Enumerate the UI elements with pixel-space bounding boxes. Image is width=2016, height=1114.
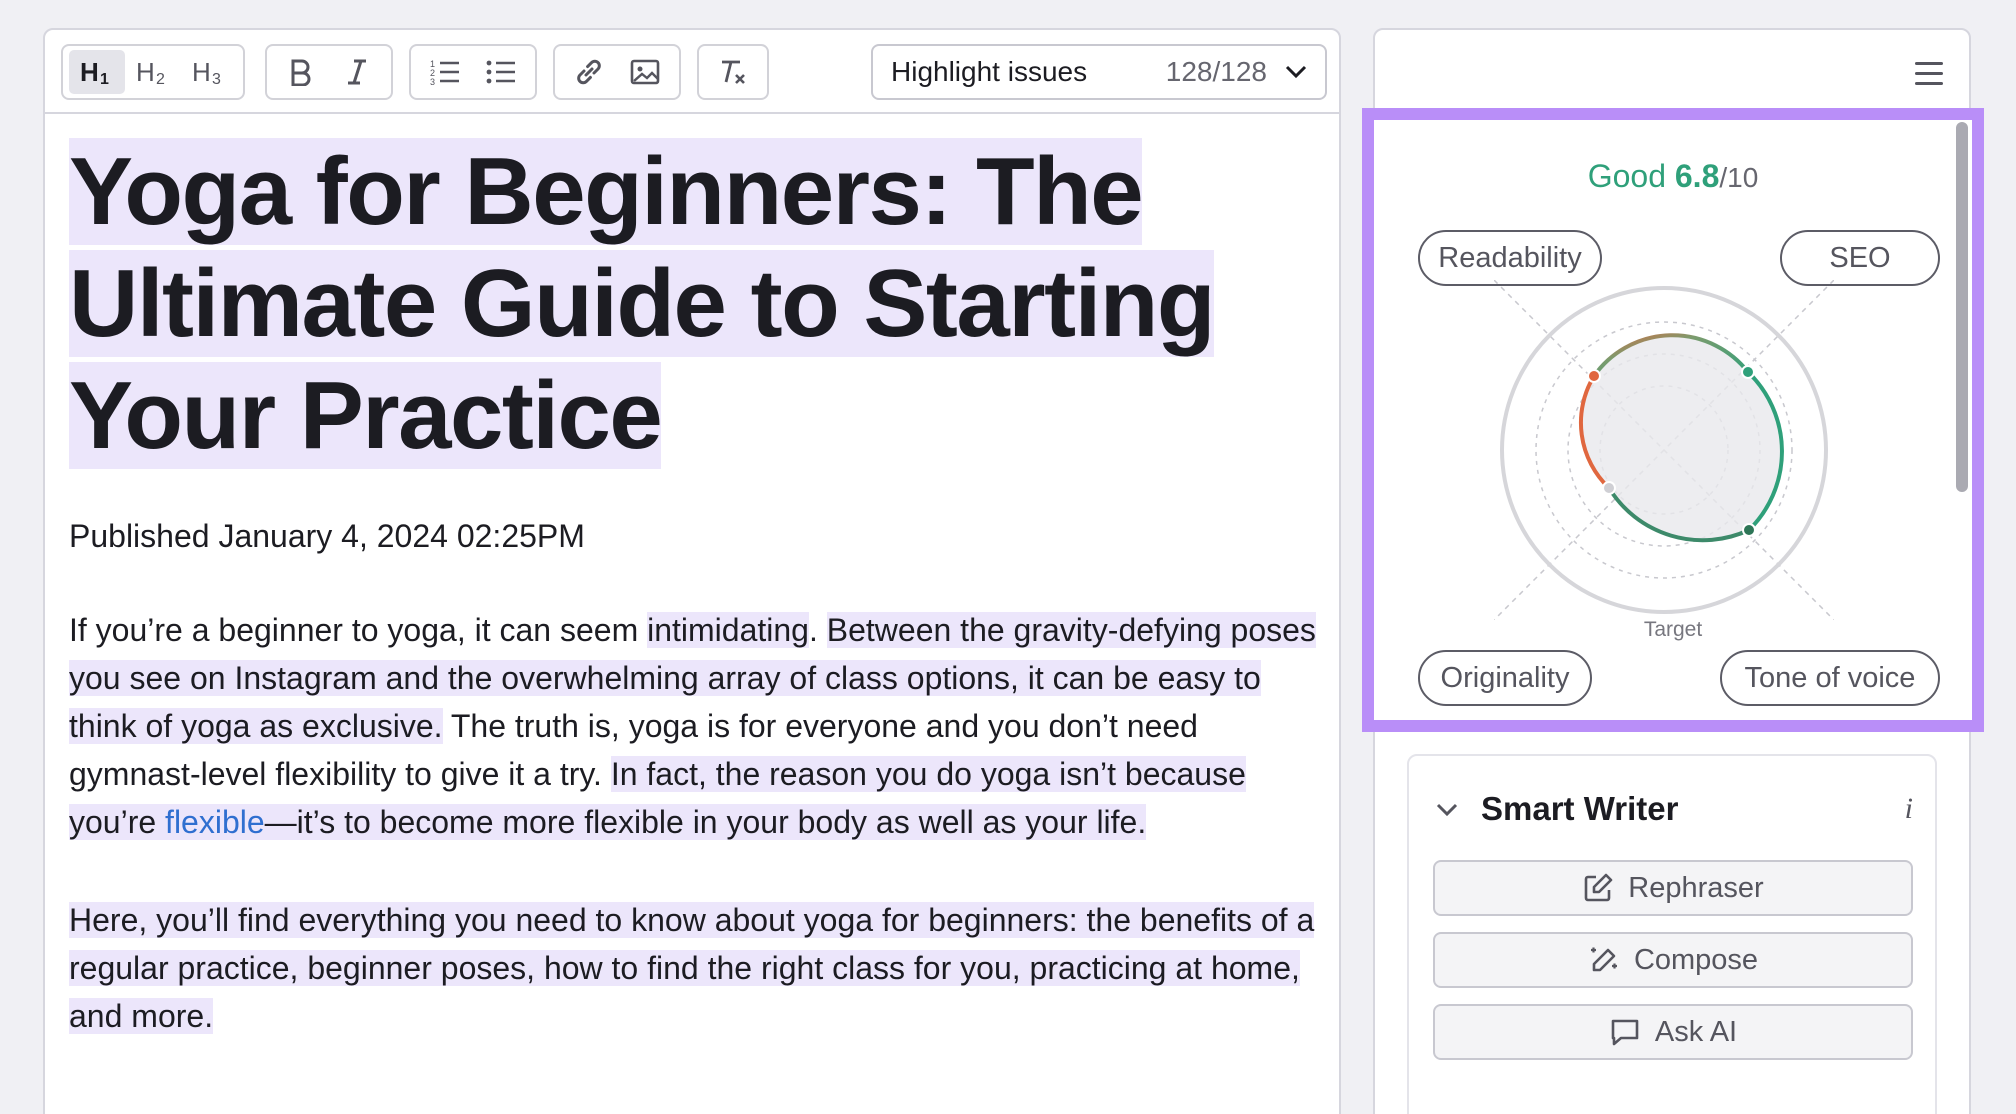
paragraph-1: If you’re a beginner to yoga, it can see…: [69, 606, 1319, 846]
p1-text: .: [808, 612, 827, 648]
score-value: 6.8: [1674, 158, 1720, 194]
title-line-1: Yoga for Beginners: The: [69, 138, 1144, 245]
smart-writer-header[interactable]: Smart Writer i: [1433, 784, 1913, 834]
p1-text: If you’re a beginner to yoga, it can see…: [69, 612, 648, 648]
p1-text: —it’s to become more flexible in your bo…: [264, 804, 1147, 840]
overall-score: Good 6.8/10: [1374, 158, 1972, 195]
flexible-link[interactable]: flexible: [165, 804, 265, 840]
svg-text:3: 3: [430, 77, 435, 86]
ordered-list-icon[interactable]: 123: [417, 50, 473, 94]
bold-icon[interactable]: [273, 50, 329, 94]
target-label: Target: [1643, 618, 1703, 641]
compose-button[interactable]: Compose: [1433, 932, 1913, 988]
ask-ai-button[interactable]: Ask AI: [1433, 1004, 1913, 1060]
content-score-widget: Good 6.8/10 Readability SEO Originality …: [1362, 108, 1984, 732]
formatting-toolbar: H1 H2 H3 123 Highlight issues 128/128: [45, 30, 1339, 114]
article-body[interactable]: Yoga for Beginners: The Ultimate Guide t…: [69, 136, 1319, 1040]
highlighted-sentence[interactable]: Here, you’ll find everything you need to…: [69, 902, 1315, 1034]
seo-pill[interactable]: SEO: [1780, 230, 1940, 286]
image-icon[interactable]: [617, 50, 673, 94]
style-group: [265, 44, 393, 100]
clear-format-icon[interactable]: [705, 50, 761, 94]
chat-bubble-icon: [1611, 1019, 1639, 1046]
highlight-issues-select[interactable]: Highlight issues 128/128: [871, 44, 1327, 100]
svg-text:H: H: [136, 58, 155, 86]
article-title: Yoga for Beginners: The Ultimate Guide t…: [69, 136, 1319, 472]
chevron-down-icon: [1285, 65, 1307, 79]
published-date: Published January 4, 2024 02:25PM: [69, 518, 585, 554]
svg-text:3: 3: [212, 71, 221, 86]
hamburger-menu-icon[interactable]: [1913, 60, 1945, 88]
paragraph-2: Here, you’ll find everything you need to…: [69, 896, 1319, 1040]
smart-writer-card: Smart Writer i Rephraser Compose Ask AI: [1407, 754, 1937, 1114]
clear-group: [697, 44, 769, 100]
highlight-issues-count: 128/128: [1165, 56, 1267, 87]
ask-ai-label: Ask AI: [1654, 1015, 1738, 1048]
rephraser-button[interactable]: Rephraser: [1433, 860, 1913, 916]
list-group: 123: [409, 44, 537, 100]
panel-scrollbar[interactable]: [1956, 122, 1968, 492]
h1-button[interactable]: H1: [69, 50, 125, 94]
highlighted-word[interactable]: intimidating: [647, 612, 809, 648]
rephraser-label: Rephraser: [1628, 871, 1764, 904]
edit-icon: [1584, 873, 1613, 902]
chevron-down-icon: [1436, 803, 1458, 817]
h3-button[interactable]: H3: [181, 50, 237, 94]
heading-group: H1 H2 H3: [61, 44, 245, 100]
svg-text:H: H: [192, 58, 211, 86]
highlight-issues-label: Highlight issues: [891, 56, 1088, 87]
compose-label: Compose: [1633, 943, 1759, 976]
h2-button[interactable]: H2: [125, 50, 181, 94]
tone-of-voice-pill[interactable]: Tone of voice: [1720, 650, 1940, 706]
info-icon[interactable]: i: [1905, 792, 1913, 826]
smart-writer-title: Smart Writer: [1481, 790, 1679, 827]
magic-pen-icon: [1590, 947, 1617, 972]
insert-group: [553, 44, 681, 100]
link-icon[interactable]: [561, 50, 617, 94]
svg-text:1: 1: [100, 71, 109, 86]
score-radar-chart: [1494, 280, 1834, 620]
italic-icon[interactable]: [329, 50, 385, 94]
score-rating: Good: [1587, 158, 1666, 194]
svg-text:2: 2: [156, 71, 165, 86]
score-max: /10: [1719, 162, 1759, 193]
originality-pill[interactable]: Originality: [1418, 650, 1592, 706]
title-line-3: Your Practice: [69, 362, 663, 469]
editor-panel: H1 H2 H3 123 Highlight issues 128/128 Yo…: [43, 28, 1341, 1114]
readability-pill[interactable]: Readability: [1418, 230, 1602, 286]
bullet-list-icon[interactable]: [473, 50, 529, 94]
svg-text:H: H: [80, 58, 99, 86]
title-line-2: Ultimate Guide to Starting: [69, 250, 1216, 357]
